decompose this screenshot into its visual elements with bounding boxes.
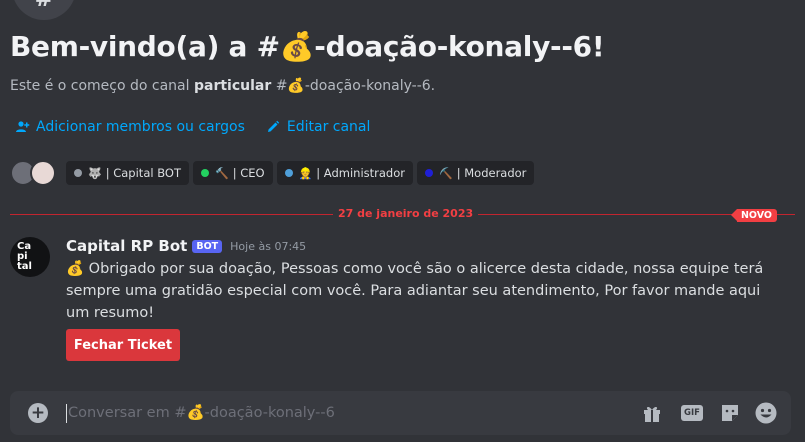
role-color-dot (74, 169, 82, 177)
role-color-dot (200, 169, 209, 177)
message-header: Capital RP Bot BOT Hoje às 07:45 (66, 237, 306, 255)
gif-icon[interactable]: GIF (680, 401, 704, 425)
role-color-dot (284, 169, 293, 177)
channel-hash-icon: # (12, 0, 76, 20)
worker-icon: 👷 (298, 166, 313, 180)
emoji-icon[interactable] (754, 401, 778, 425)
role-tag-ceo[interactable]: 🔨 | CEO (192, 161, 273, 185)
pencil-icon (267, 120, 280, 132)
add-members-button[interactable]: Adicionar membros ou cargos (14, 119, 245, 135)
bot-badge: BOT (192, 239, 223, 253)
sticker-icon[interactable] (718, 401, 742, 425)
bot-avatar[interactable]: Ca pi tal (10, 237, 50, 277)
channel-actions: Adicionar membros ou cargos Editar canal (14, 119, 370, 135)
new-badge: NOVO (730, 209, 777, 222)
role-tag-moderador[interactable]: ⛏️ | Moderador (417, 161, 535, 185)
message-composer: + Conversar em #💰-doação-konaly--6 GIF (10, 391, 791, 435)
member-avatars[interactable] (10, 160, 56, 186)
message-content: 💰 Obrigado por sua doação, Pessoas como … (66, 261, 764, 321)
author-name[interactable]: Capital RP Bot (66, 237, 187, 255)
message-input[interactable]: Conversar em #💰-doação-konaly--6 (68, 404, 335, 421)
pick-icon: ⛏️ (439, 166, 453, 180)
gift-icon[interactable] (640, 401, 664, 425)
close-ticket-button[interactable]: Fechar Ticket (66, 329, 180, 361)
divider-date: 27 de janeiro de 2023 (333, 207, 479, 220)
wolf-icon: 🐺 (88, 166, 102, 180)
hammer-icon: 🔨 (214, 166, 229, 180)
role-tag-capital-bot[interactable]: 🐺 | Capital BOT (66, 161, 189, 185)
page-title: Bem-vindo(a) a #💰-doação-konaly--6! (10, 30, 605, 63)
edit-channel-button[interactable]: Editar canal (265, 119, 370, 135)
avatar[interactable] (30, 160, 56, 186)
role-tag-administrador[interactable]: 👷 | Administrador (276, 161, 413, 185)
message-timestamp: Hoje às 07:45 (230, 239, 307, 253)
add-member-icon (16, 121, 30, 132)
channel-description: Este é o começo do canal particular #💰-d… (10, 78, 436, 94)
plus-icon[interactable]: + (28, 403, 48, 423)
channel-members-roles: 🐺 | Capital BOT 🔨 | CEO 👷 | Administrado… (10, 160, 538, 186)
role-color-dot (425, 169, 433, 177)
text-caret (66, 404, 67, 423)
